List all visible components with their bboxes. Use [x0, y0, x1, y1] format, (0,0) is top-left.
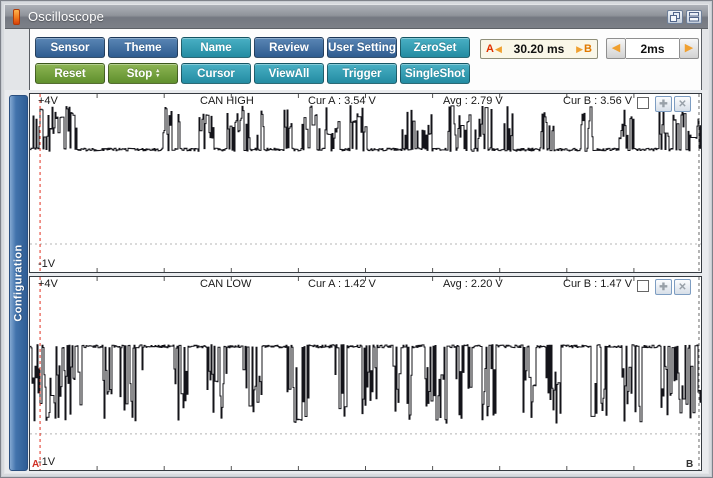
viewall-button[interactable]: ViewAll — [254, 63, 324, 84]
sensor-button[interactable]: Sensor — [35, 37, 105, 58]
bottom-voltage-label: -1V — [38, 456, 56, 468]
close-icon: ✕ — [678, 98, 687, 110]
channel-close-button[interactable]: ✕ — [674, 279, 691, 295]
singleshot-button[interactable]: SingleShot — [400, 63, 470, 84]
review-button[interactable]: Review — [254, 37, 324, 58]
spinner-updown-icon: ▴ ▾ — [156, 67, 160, 79]
cursor-time-readout: A ◀ 30.20 ms ▶ B — [480, 39, 598, 59]
channel-title: CAN LOW — [200, 278, 252, 290]
title-bar: Oscilloscope — [5, 5, 708, 29]
window-buttons — [667, 9, 708, 24]
cursor-b-right-arrow-icon[interactable]: ▶ — [576, 44, 583, 55]
stop-button[interactable]: Stop ▴ ▾ — [108, 63, 178, 84]
app-icon — [13, 8, 20, 25]
channel-panel-can-high: +4V CAN HIGH Cur A : 3.54 V Avg : 2.79 V… — [29, 93, 702, 273]
cursor-b-voltage: Cur B : 1.47 V — [563, 278, 633, 290]
cursor-delta-time: 30.20 ms — [513, 42, 565, 56]
top-voltage-label: +4V — [38, 278, 58, 290]
top-voltage-label: +4V — [38, 95, 58, 107]
cascade-windows-icon — [670, 11, 680, 22]
trigger-button[interactable]: Trigger — [327, 63, 397, 84]
scope-area: Configuration +4V CAN HIGH Cur A : 3.54 … — [5, 90, 708, 473]
channel-expand-button[interactable]: ✚ — [655, 279, 672, 295]
average-voltage: Avg : 2.20 V — [443, 278, 503, 290]
configuration-tab-label: Configuration — [12, 244, 25, 322]
window-title: Oscilloscope — [28, 9, 105, 24]
channel-close-button[interactable]: ✕ — [674, 96, 691, 112]
timebase-decrease-button[interactable]: ◀ — [606, 38, 626, 59]
cursor-a-left-arrow-icon[interactable]: ◀ — [495, 44, 502, 55]
cursor-a-marker[interactable]: A — [32, 459, 39, 470]
cursor-b-label: B — [584, 43, 592, 55]
cursor-b-marker[interactable]: B — [686, 459, 693, 470]
zeroset-button[interactable]: ZeroSet — [400, 37, 470, 58]
cursor-button[interactable]: Cursor — [181, 63, 251, 84]
cascade-windows-button[interactable] — [667, 9, 683, 24]
theme-button[interactable]: Theme — [108, 37, 178, 58]
toolbar-row-2: Reset Stop ▴ ▾ Cursor ViewAll Trigger Sin… — [35, 63, 470, 84]
cursor-a-label: A — [486, 43, 494, 55]
cursor-b-voltage: Cur B : 3.56 V — [563, 95, 633, 107]
channel-panel-can-low: +4V CAN LOW Cur A : 1.42 V Avg : 2.20 V … — [29, 276, 702, 471]
timebase-value[interactable]: 2ms — [626, 38, 679, 59]
user-setting-button[interactable]: User Setting — [327, 37, 397, 58]
cursor-a-voltage: Cur A : 3.54 V — [308, 95, 376, 107]
tile-windows-button[interactable] — [686, 9, 702, 24]
oscilloscope-window: Oscilloscope Sensor Theme Name Review Us — [0, 0, 713, 478]
configuration-tab[interactable]: Configuration — [9, 95, 28, 471]
channel-select-checkbox[interactable] — [637, 280, 649, 292]
toolbar: Sensor Theme Name Review User Setting Ze… — [29, 29, 702, 90]
close-icon: ✕ — [678, 281, 687, 293]
name-button[interactable]: Name — [181, 37, 251, 58]
average-voltage: Avg : 2.79 V — [443, 95, 503, 107]
plus-icon: ✚ — [659, 281, 668, 293]
timebase-control: ◀ 2ms ▶ — [606, 38, 699, 59]
plus-icon: ✚ — [659, 98, 668, 110]
cursor-a-voltage: Cur A : 1.42 V — [308, 278, 376, 290]
timebase-increase-button[interactable]: ▶ — [679, 38, 699, 59]
stop-button-label: Stop — [126, 67, 153, 80]
channel-title: CAN HIGH — [200, 95, 254, 107]
can-high-waveform-plot[interactable] — [30, 94, 701, 272]
bottom-voltage-label: -1V — [38, 258, 56, 270]
channel-expand-button[interactable]: ✚ — [655, 96, 672, 112]
channel-select-checkbox[interactable] — [637, 97, 649, 109]
reset-button[interactable]: Reset — [35, 63, 105, 84]
tile-windows-icon — [689, 11, 699, 21]
toolbar-row-1: Sensor Theme Name Review User Setting Ze… — [35, 37, 470, 58]
can-low-waveform-plot[interactable] — [30, 277, 701, 470]
